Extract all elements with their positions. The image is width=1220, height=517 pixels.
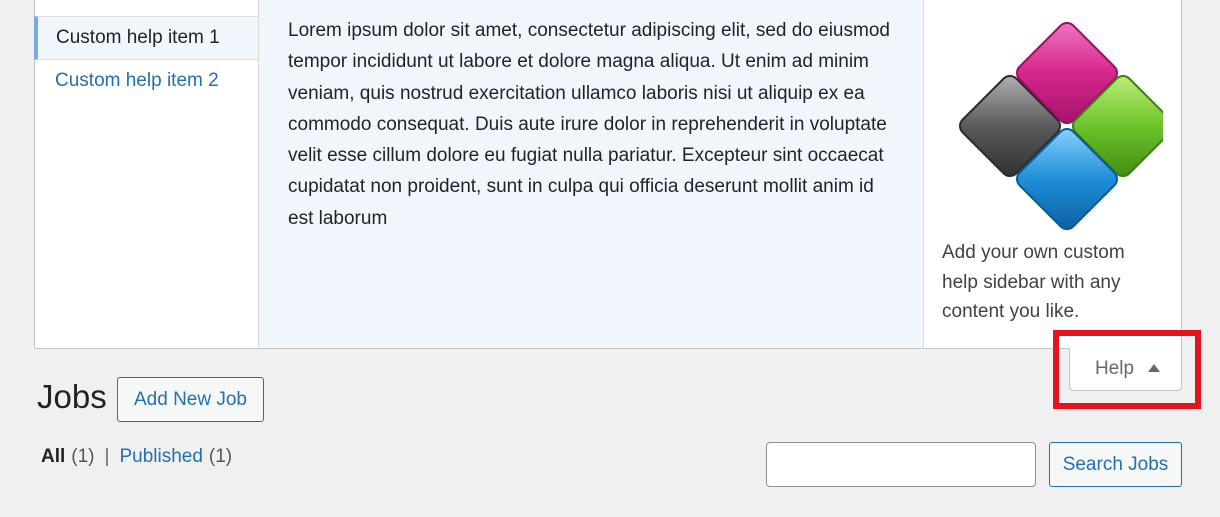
filter-published-link[interactable]: Published [119,446,202,468]
caret-up-icon [1148,363,1161,372]
help-sidebar-text: Add your own custom help sidebar with an… [942,242,1125,322]
help-tab-custom-item-1[interactable]: Custom help item 1 [34,16,258,60]
help-toggle-button[interactable]: Help [1069,348,1182,391]
diamond-logo-icon [958,21,1163,231]
help-toggle-label: Help [1094,358,1135,379]
help-tab-content: Lorem ipsum dolor sit amet, consectetur … [259,0,924,348]
contextual-help-panel: Custom help item 1 Custom help item 2 Lo… [34,0,1182,349]
status-filter-links: All (1) | Published (1) [41,446,232,468]
page-title: Jobs [37,378,107,415]
filter-all-count: (1) [71,446,95,467]
search-jobs-input[interactable] [766,442,1036,487]
help-tab-custom-item-2[interactable]: Custom help item 2 [35,60,258,104]
filter-published-count: (1) [208,446,233,467]
add-new-job-button[interactable]: Add New Job [117,377,264,422]
search-jobs-button[interactable]: Search Jobs [1049,442,1182,487]
help-tabs: Custom help item 1 Custom help item 2 [34,0,259,348]
help-sidebar: Add your own custom help sidebar with an… [924,0,1181,348]
filter-all-link[interactable]: All [41,446,65,468]
filter-separator: | [104,446,110,467]
